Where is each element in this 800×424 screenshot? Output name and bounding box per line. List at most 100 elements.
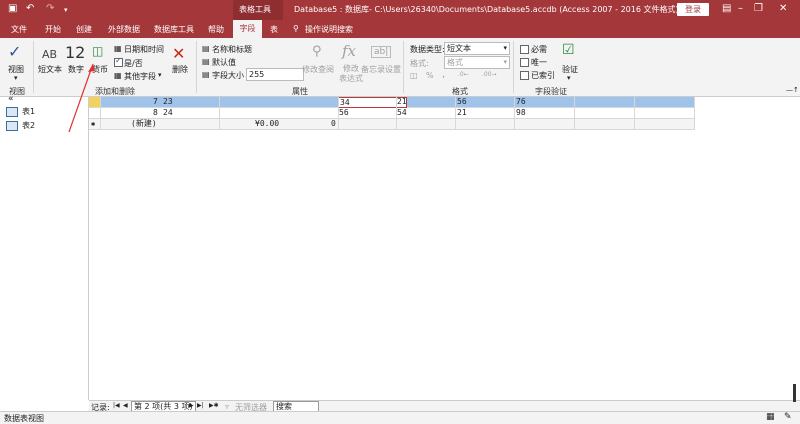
delete-button[interactable]: 删除 <box>172 64 188 75</box>
group-add-delete-label: 添加和删除 <box>95 87 135 96</box>
cell[interactable]: 23 <box>163 97 173 107</box>
number-icon: 12 <box>65 43 86 62</box>
nav-table-2[interactable]: 表2 <box>6 120 35 131</box>
cell[interactable]: 56 <box>339 108 349 118</box>
cell[interactable]: 0 <box>331 119 336 129</box>
collapse-ribbon-icon[interactable]: —↑ <box>786 86 799 94</box>
nav-table-label: 表1 <box>22 107 36 116</box>
close-icon[interactable]: ✕ <box>779 3 787 14</box>
row-selector[interactable] <box>89 97 100 107</box>
cell[interactable]: 21 <box>457 108 467 118</box>
menu-file[interactable]: 文件 <box>11 24 27 35</box>
chevron-down-icon: ▾ <box>503 58 507 66</box>
cell[interactable]: 56 <box>457 97 467 107</box>
cell[interactable]: ¥0.00 <box>255 119 279 129</box>
column-divider <box>694 97 695 130</box>
required-label: 必需 <box>531 45 547 54</box>
navigation-pane: « 表1 表2 <box>0 94 89 400</box>
login-button[interactable]: 登录 <box>677 3 709 16</box>
comma-style-icon[interactable]: , <box>442 69 445 80</box>
default-value-button[interactable]: 默认值 <box>212 57 236 68</box>
cell[interactable]: 98 <box>516 108 526 118</box>
cell[interactable]: 24 <box>163 108 173 118</box>
delete-icon: ✕ <box>172 44 186 63</box>
menu-table[interactable]: 表 <box>270 24 278 35</box>
format-label: 格式: <box>410 59 429 68</box>
format-value: 格式 <box>447 58 463 67</box>
separator <box>33 41 34 93</box>
view-dropdown-icon[interactable]: ▾ <box>14 74 18 82</box>
restore-icon[interactable]: ❐ <box>754 3 763 14</box>
format-select[interactable]: 格式 ▾ <box>444 56 510 69</box>
cell[interactable]: 76 <box>516 97 526 107</box>
field-size-label: 字段大小 <box>212 71 244 80</box>
save-icon[interactable]: ▣ <box>8 3 17 14</box>
memo-settings-button[interactable]: 备忘录设置 <box>361 64 401 75</box>
menu-help[interactable]: 帮助 <box>208 24 224 35</box>
unique-label: 唯一 <box>531 58 547 67</box>
table-row[interactable]: 8 24 56 54 21 98 <box>89 108 694 119</box>
cell[interactable]: 8 <box>153 108 158 118</box>
menu-database-tools[interactable]: 数据库工具 <box>154 24 194 35</box>
cell[interactable]: 7 <box>153 97 158 107</box>
table-row[interactable]: 7 23 34 21 56 76 <box>89 97 694 108</box>
group-formatting-label: 格式 <box>452 87 468 96</box>
more-fields-dropdown-icon[interactable]: ▾ <box>158 71 162 79</box>
prev-record-icon[interactable]: ◀ <box>123 402 128 409</box>
yes-no-button[interactable]: 是/否 <box>124 58 143 69</box>
table-icon <box>6 106 18 117</box>
currency-button[interactable]: 货币 <box>92 64 108 75</box>
design-view-icon[interactable]: ✎ <box>784 412 792 422</box>
data-type-value: 短文本 <box>447 44 471 53</box>
tell-me-search[interactable]: 操作说明搜索 <box>305 24 353 35</box>
validation-dropdown-icon[interactable]: ▾ <box>567 74 571 82</box>
first-record-icon[interactable]: |◀ <box>113 402 120 409</box>
modify-lookups-icon: ⚲ <box>312 44 322 59</box>
short-text-button[interactable]: 短文本 <box>38 64 62 75</box>
calendar-icon: ▦ <box>114 44 122 53</box>
short-text-icon: AB <box>42 48 58 61</box>
redo-icon[interactable]: ↷ <box>46 3 54 14</box>
new-record-row[interactable]: ✱ (新建) ¥0.00 0 <box>89 119 694 130</box>
increase-decimals-icon[interactable]: .0← <box>458 71 469 78</box>
nav-table-1[interactable]: 表1 <box>6 106 35 117</box>
new-record-nav-icon[interactable]: ▶✱ <box>209 402 219 409</box>
date-time-button[interactable]: 日期和时间 <box>124 44 164 55</box>
field-size-input[interactable]: 255 <box>246 68 304 81</box>
menu-create[interactable]: 创建 <box>76 24 92 35</box>
modify-lookups-button[interactable]: 修改查阅 <box>302 64 334 75</box>
menu-fields[interactable]: 字段 <box>233 20 262 38</box>
decrease-decimals-icon[interactable]: .00→ <box>482 71 497 78</box>
datasheet-view-icon[interactable]: ▦ <box>766 412 775 422</box>
modify-expression-button[interactable]: 修改 表达式 <box>339 64 363 84</box>
currency-format-icon[interactable]: ◫ <box>410 71 418 80</box>
scroll-indicator[interactable] <box>793 384 796 402</box>
cell[interactable]: 54 <box>397 108 407 118</box>
menu-external-data[interactable]: 外部数据 <box>108 24 140 35</box>
name-caption-button[interactable]: 名称和标题 <box>212 44 252 55</box>
number-button[interactable]: 数字 <box>68 64 84 75</box>
percent-icon[interactable]: % <box>426 71 434 80</box>
last-record-icon[interactable]: ▶| <box>197 402 204 409</box>
undo-icon[interactable]: ↶ <box>26 3 34 14</box>
nav-table-label: 表2 <box>22 121 36 130</box>
currency-icon: ◫ <box>92 44 104 58</box>
more-fields-icon: ▦ <box>114 71 122 80</box>
minimize-icon[interactable]: – <box>738 3 743 14</box>
datasheet <box>89 97 800 400</box>
menu-home[interactable]: 开始 <box>45 24 61 35</box>
ribbon-display-icon[interactable]: ▤ <box>722 3 731 14</box>
data-type-select[interactable]: 短文本 ▾ <box>444 42 510 55</box>
cell[interactable]: (新建) <box>131 119 157 129</box>
next-record-icon[interactable]: ▶ <box>189 402 194 409</box>
separator <box>403 41 404 93</box>
nav-collapse-icon[interactable]: « <box>8 94 14 104</box>
required-checkbox[interactable] <box>520 45 529 54</box>
default-value-icon: ▤ <box>202 57 210 66</box>
indexed-checkbox[interactable] <box>520 71 529 80</box>
column-divider <box>100 97 101 130</box>
cell[interactable]: 21 <box>397 97 407 107</box>
customize-qat-icon[interactable]: ▾ <box>64 6 68 14</box>
more-fields-button[interactable]: 其他字段 <box>124 71 156 82</box>
unique-checkbox[interactable] <box>520 58 529 67</box>
